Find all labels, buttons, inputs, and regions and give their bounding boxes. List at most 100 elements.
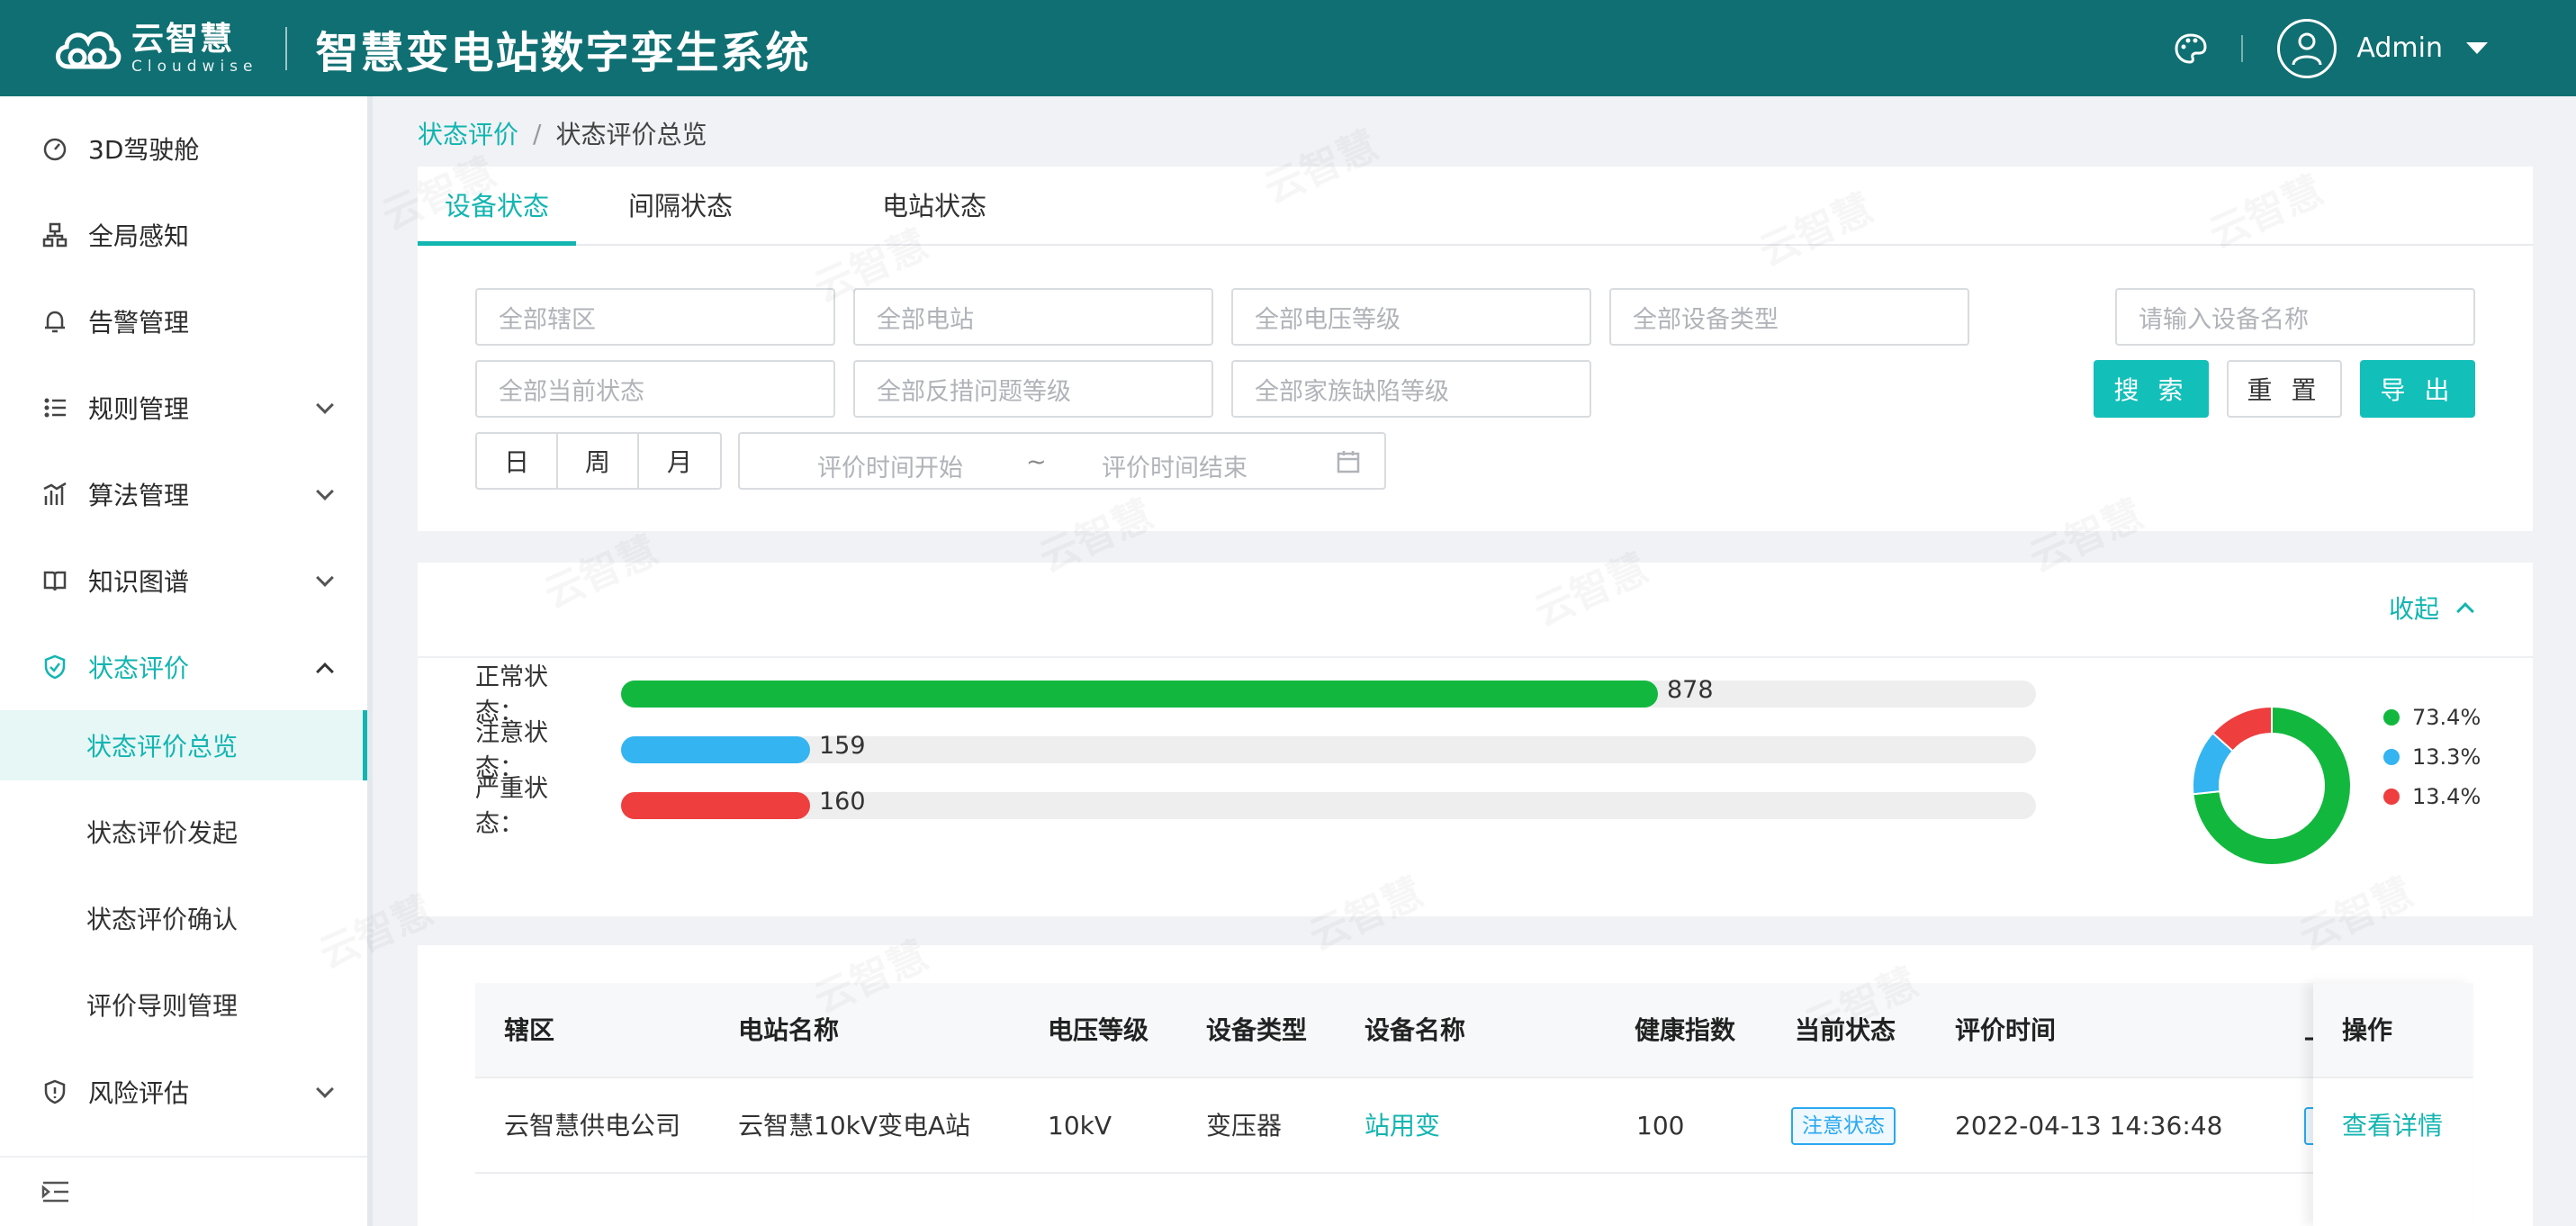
top-header: 云智慧 Cloudwise 智慧变电站数字孪生系统 Admin <box>0 0 2576 96</box>
menu-fold-icon[interactable] <box>41 1180 70 1203</box>
status-bar-track <box>621 681 2036 708</box>
legend-label: 13.4% <box>2412 784 2481 809</box>
cell-health-index: 100 <box>1636 1111 1685 1140</box>
tab-device-status[interactable]: 设备状态 <box>418 167 576 246</box>
sidebar-subitem-confirm[interactable]: 状态评价确认 <box>0 883 367 953</box>
status-bar-row: 严重状态： 160 <box>475 775 2036 838</box>
sidebar-item-label: 算法管理 <box>88 481 190 510</box>
sidebar-item-rules[interactable]: 规则管理 <box>0 365 367 451</box>
tab-bay-status[interactable]: 间隔状态 <box>614 167 747 246</box>
user-avatar-icon[interactable] <box>2277 18 2337 78</box>
status-bar-fill <box>621 681 1658 708</box>
user-name[interactable]: Admin <box>2356 32 2443 64</box>
voltage-select[interactable]: 全部电压等级 <box>1231 288 1591 346</box>
calendar-icon <box>1337 451 1360 473</box>
sidebar-item-knowledge[interactable]: 知识图谱 <box>0 537 367 624</box>
legend-item: 73.4% <box>2383 698 2481 737</box>
collapse-toggle[interactable]: 收起 <box>2388 590 2474 626</box>
sidebar-collapse-toggle[interactable] <box>0 1156 367 1226</box>
column-header: 评价时间 <box>1955 1015 2057 1045</box>
family-defect-select[interactable]: 全部家族缺陷等级 <box>1231 360 1591 418</box>
action-column: 操作 查看详情 <box>2313 983 2473 1226</box>
search-button[interactable]: 搜 索 <box>2094 360 2209 418</box>
legend-dot <box>2383 789 2400 805</box>
palette-icon[interactable] <box>2173 31 2209 67</box>
column-header: 辖区 <box>504 1015 555 1045</box>
view-details-link[interactable]: 查看详情 <box>2342 1078 2443 1174</box>
status-bar-value: 160 <box>819 788 866 816</box>
org-chart-icon <box>41 221 68 248</box>
bar-chart-icon <box>41 481 68 508</box>
summary-divider <box>418 656 2533 658</box>
date-end-input[interactable]: 评价时间结束 <box>1102 448 1247 483</box>
period-week-button[interactable]: 周 <box>558 434 639 488</box>
period-day-button[interactable]: 日 <box>477 434 558 488</box>
sidebar: 3D驾驶舱 全局感知 告警管理 规则管理 算法管理 知识图谱 状态评价 状态评价… <box>0 96 373 1226</box>
breadcrumb-current: 状态评价总览 <box>555 120 707 149</box>
table-row[interactable]: 云智慧供电公司 云智慧10kV变电A站 10kV 变压器 站用变 100 注意状… <box>475 1078 2473 1174</box>
filter-card: 设备状态 间隔状态 电站状态 全部辖区 全部电站 全部电压等级 全部设备类型 请… <box>418 167 2533 531</box>
status-bar-label: 严重状态： <box>475 775 548 838</box>
app-title: 智慧变电站数字孪生系统 <box>315 27 811 78</box>
sidebar-item-risk[interactable]: 风险评估 <box>0 1049 367 1135</box>
chevron-down-icon <box>316 569 334 587</box>
cell-station: 云智慧10kV变电A站 <box>738 1111 971 1140</box>
export-button[interactable]: 导 出 <box>2360 360 2475 418</box>
sidebar-item-label: 知识图谱 <box>88 567 190 597</box>
legend-item: 13.4% <box>2383 777 2481 816</box>
sidebar-item-cockpit[interactable]: 3D驾驶舱 <box>0 105 367 192</box>
sidebar-item-perception[interactable]: 全局感知 <box>0 192 367 278</box>
sidebar-item-algorithm[interactable]: 算法管理 <box>0 451 367 537</box>
sidebar-item-label: 规则管理 <box>88 394 190 424</box>
sidebar-item-label: 告警管理 <box>88 308 190 338</box>
date-range-picker[interactable]: 评价时间开始 ~ 评价时间结束 <box>738 432 1386 490</box>
sidebar-item-alarm[interactable]: 告警管理 <box>0 278 367 365</box>
sidebar-subitem-guidelines[interactable]: 评价导则管理 <box>0 969 367 1040</box>
current-state-select[interactable]: 全部当前状态 <box>475 360 835 418</box>
district-select[interactable]: 全部辖区 <box>475 288 835 346</box>
sidebar-item-label: 状态评价 <box>88 654 190 683</box>
sidebar-item-label: 风险评估 <box>88 1078 190 1108</box>
device-name-input[interactable]: 请输入设备名称 <box>2115 288 2475 346</box>
legend-label: 13.3% <box>2412 744 2481 770</box>
status-bar-value: 878 <box>1667 676 1714 704</box>
list-icon <box>41 394 68 421</box>
column-header: 当前状态 <box>1795 1015 1896 1045</box>
sidebar-subitem-initiate[interactable]: 状态评价发起 <box>0 797 367 867</box>
logo-en: Cloudwise <box>131 57 258 76</box>
breadcrumb-parent[interactable]: 状态评价 <box>418 115 518 151</box>
column-header: 电压等级 <box>1048 1015 1149 1045</box>
sidebar-subitem-label: 状态评价确认 <box>86 905 239 934</box>
legend-dot <box>2383 749 2400 765</box>
cell-eval-time: 2022-04-13 14:36:48 <box>1955 1111 2223 1140</box>
breadcrumb: 状态评价 / 状态评价总览 <box>418 115 707 151</box>
collapse-label: 收起 <box>2388 594 2439 624</box>
book-icon <box>41 567 68 594</box>
caret-down-icon[interactable] <box>2466 42 2488 54</box>
feedback-level-select[interactable]: 全部反措问题等级 <box>853 360 1213 418</box>
status-donut-chart <box>2192 705 2352 866</box>
shield-warning-icon <box>41 1078 68 1105</box>
sidebar-item-evaluation[interactable]: 状态评价 <box>0 624 367 710</box>
sidebar-subitem-overview[interactable]: 状态评价总览 <box>0 710 367 780</box>
chevron-down-icon <box>316 396 334 414</box>
column-header: 设备类型 <box>1206 1015 1308 1045</box>
reset-button[interactable]: 重 置 <box>2227 360 2342 418</box>
date-separator: ~ <box>1026 448 1047 476</box>
bell-icon <box>41 308 68 335</box>
sidebar-subitem-label: 评价导则管理 <box>86 991 239 1021</box>
chevron-up-icon <box>2456 602 2474 620</box>
tab-station-status[interactable]: 电站状态 <box>868 167 1001 246</box>
header-separator <box>2241 34 2244 62</box>
period-month-button[interactable]: 月 <box>639 434 720 488</box>
date-start-input[interactable]: 评价时间开始 <box>817 448 963 483</box>
device-type-select[interactable]: 全部设备类型 <box>1609 288 1969 346</box>
device-name-link[interactable]: 站用变 <box>1365 1078 1440 1174</box>
shield-icon <box>41 654 68 681</box>
legend-label: 73.4% <box>2412 705 2481 730</box>
column-header: 电站名称 <box>738 1015 840 1045</box>
chevron-down-icon <box>316 482 334 500</box>
cell-voltage: 10kV <box>1048 1111 1112 1140</box>
period-segment: 日 周 月 <box>475 432 722 490</box>
station-select[interactable]: 全部电站 <box>853 288 1213 346</box>
